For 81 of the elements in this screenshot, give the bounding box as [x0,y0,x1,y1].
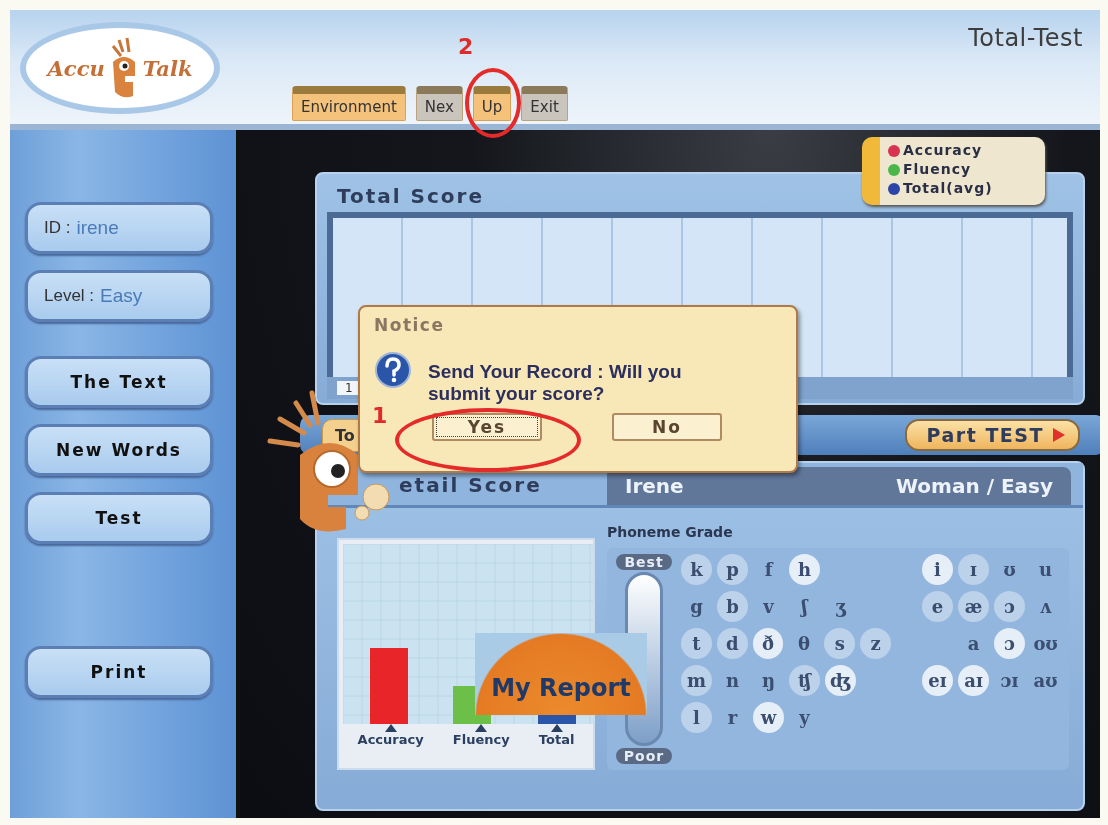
logo-text: Talk [142,55,193,81]
legend-label: Total(avg) [903,179,993,198]
phoneme-symbol: k [681,554,712,585]
phoneme-symbol: g [689,595,704,619]
dialog-message: Send Your Record : Will you submit your score? [428,361,683,405]
phoneme-symbol: b [717,591,748,622]
help-icon [374,351,412,389]
phoneme-symbol: ʃ [799,595,810,619]
sidebar-button[interactable]: The Text [25,356,213,408]
phoneme-symbol: ʌ [1038,595,1053,619]
phoneme-symbol: n [724,669,741,693]
menu-tab[interactable]: Nex [415,86,463,121]
phoneme-symbol: i [922,554,953,585]
phoneme-symbol: r [726,706,739,730]
menu-tab[interactable]: Up [472,86,512,121]
my-report-button[interactable]: My Report [475,633,647,715]
phoneme-symbol: oʊ [1032,632,1059,656]
phoneme-symbol: aɪ [958,665,989,696]
user-profile: Woman / Easy [896,474,1053,498]
phoneme-symbol: u [1037,558,1054,582]
triangle-icon [384,724,397,732]
play-icon [1052,427,1066,443]
phoneme-symbol: f [763,558,775,582]
legend-label: Fluency [903,160,972,179]
panel-title: etail Score [398,472,543,499]
field-value: Easy [100,285,143,307]
part-test-button[interactable]: Part TEST [904,419,1080,451]
phoneme-symbol: l [681,702,712,733]
field-label: ID : [44,218,71,238]
phoneme-symbol: ɔ [994,628,1025,659]
legend-label: Accuracy [903,141,983,160]
phoneme-symbol: ɪ [958,554,989,585]
phoneme-symbol: æ [958,591,989,622]
sidebar-button[interactable]: New Words [25,424,213,476]
phoneme-symbol: m [681,665,712,696]
phoneme-symbol: ʤ [825,665,856,696]
triangle-icon [475,724,488,732]
phoneme-symbol: h [789,554,820,585]
phoneme-symbol: z [860,628,891,659]
phoneme-symbol: ʊ [1002,558,1017,582]
phoneme-symbol: w [753,702,784,733]
phoneme-symbol: p [717,554,748,585]
axis-label: Total [538,732,575,747]
sidebar-button[interactable]: Print [25,646,213,698]
phoneme-symbol: ʧ [789,665,820,696]
dialog-title: Notice [374,315,446,335]
phoneme-symbol: e [922,591,953,622]
phoneme-symbol: ɔ [994,591,1025,622]
field-label: Level : [44,286,95,306]
annotation-number: 2 [458,34,474,59]
phoneme-symbol: ɔɪ [999,669,1020,693]
window-title: Total-Test [968,24,1083,52]
phoneme-symbol: a [966,632,981,656]
logo-text: Accu [47,55,105,81]
sidebar-button[interactable]: Test [25,492,213,544]
phoneme-symbol: ŋ [760,669,777,693]
phoneme-symbol: t [681,628,712,659]
panel-title: Total Score [336,183,486,210]
dialog-button[interactable]: Yes [432,413,542,441]
axis-label: Accuracy [357,732,424,747]
annotation-number: 1 [372,403,388,428]
section-title: Phoneme Grade [607,524,734,542]
scale-label: Best [616,554,672,570]
phoneme-symbol: θ [796,632,811,656]
axis-label: Fluency [452,732,510,747]
user-name: Irene [625,474,684,498]
annotation-circle [465,68,521,138]
triangle-icon [550,724,563,732]
phoneme-symbol: d [716,628,748,659]
dialog-button[interactable]: No [612,413,722,441]
menu-tab[interactable]: Environment [292,86,406,121]
phoneme-symbol: ʒ [834,595,847,619]
phoneme-symbol: ð [752,628,784,659]
phoneme-symbol: aʊ [1032,669,1059,693]
field-value: irene [76,217,119,239]
scale-label: Poor [615,748,673,764]
phoneme-symbol: y [798,706,811,730]
phoneme-symbol: v [762,595,776,619]
menu-tab[interactable]: Exit [521,86,568,121]
phoneme-symbol: s [824,628,856,659]
phoneme-symbol: eɪ [922,665,953,696]
